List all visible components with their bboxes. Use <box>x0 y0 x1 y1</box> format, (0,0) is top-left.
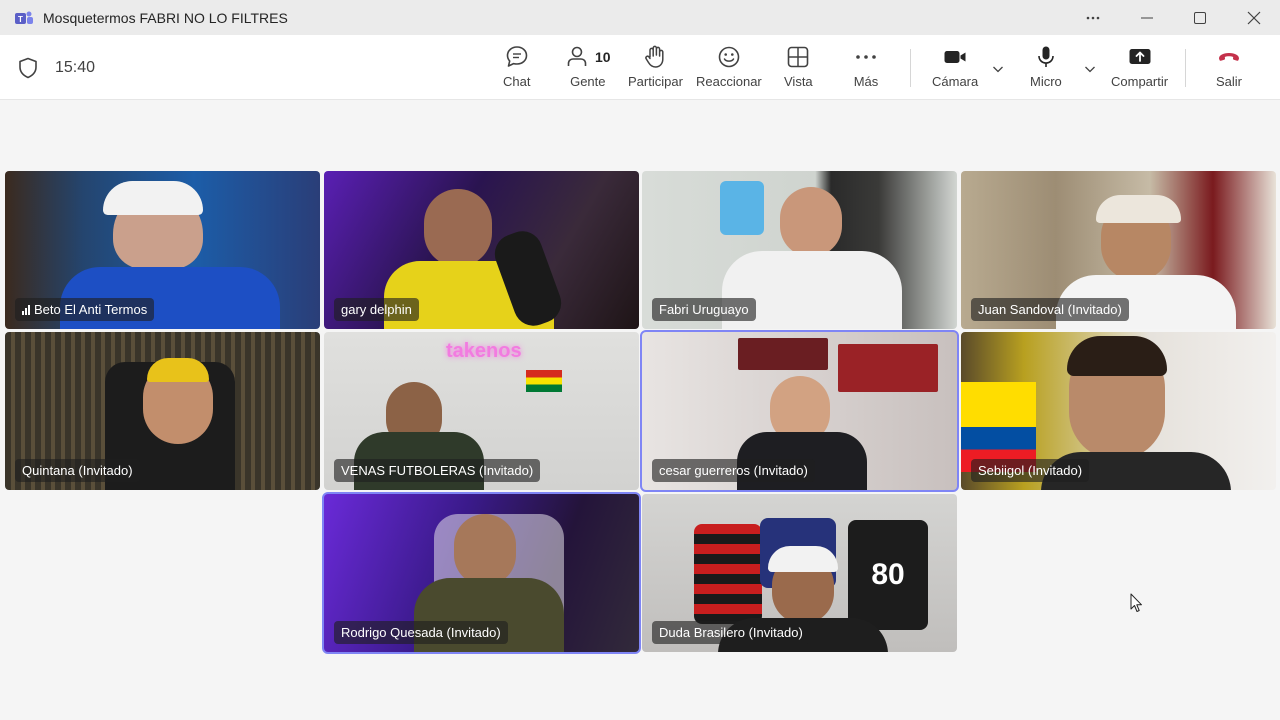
raise-hand-icon <box>645 45 665 68</box>
react-button[interactable]: Reaccionar <box>696 43 762 95</box>
microphone-icon <box>1038 46 1054 67</box>
neon-sign: takenos <box>446 340 522 363</box>
meeting-timer: 15:40 <box>55 59 96 76</box>
mic-button[interactable]: Micro <box>1030 43 1062 95</box>
leave-button[interactable]: Salir <box>1216 43 1242 95</box>
participant-name: VENAS FUTBOLERAS (Invitado) <box>341 463 534 478</box>
people-label: Gente <box>570 74 606 89</box>
teams-app-icon: T <box>15 11 33 24</box>
participant-tile[interactable]: Fabri Uruguayo <box>642 171 957 329</box>
maximize-icon <box>1194 11 1206 24</box>
participant-tile[interactable]: 80 Duda Brasilero (Invitado) <box>642 494 957 652</box>
camera-label: Cámara <box>932 74 979 89</box>
participant-name-tag: Quintana (Invitado) <box>15 459 140 482</box>
share-label: Compartir <box>1111 74 1169 89</box>
svg-text:T: T <box>18 15 23 24</box>
participant-name: Fabri Uruguayo <box>659 302 749 317</box>
jersey-number: 80 <box>871 558 905 591</box>
participant-tile[interactable]: gary delphin <box>324 171 639 329</box>
raise-hand-button[interactable]: Participar <box>628 43 683 95</box>
chat-icon <box>506 46 528 67</box>
grid-view-icon <box>788 46 809 68</box>
camera-options-chevron-icon[interactable] <box>990 61 1006 77</box>
leave-label: Salir <box>1216 74 1243 89</box>
shield-icon[interactable] <box>18 57 38 79</box>
participant-tile[interactable]: Juan Sandoval (Invitado) <box>961 171 1276 329</box>
camera-icon <box>944 51 966 63</box>
toolbar-divider <box>910 49 911 87</box>
camera-button[interactable]: Cámara <box>932 43 978 95</box>
react-label: Reaccionar <box>696 74 762 89</box>
people-icon <box>567 46 587 66</box>
framed-poster-shape <box>838 344 938 392</box>
chat-label: Chat <box>503 74 531 89</box>
participant-name-tag: Juan Sandoval (Invitado) <box>971 298 1129 321</box>
mic-label: Micro <box>1030 74 1062 89</box>
share-button[interactable]: Compartir <box>1111 43 1168 95</box>
window-title: Mosquetermos FABRI NO LO FILTRES <box>43 10 288 26</box>
participant-name-tag: Fabri Uruguayo <box>652 298 756 321</box>
more-label: Más <box>853 74 879 89</box>
participant-name: cesar guerreros (Invitado) <box>659 463 808 478</box>
participant-tile[interactable]: takenos VENAS FUTBOLERAS (Invitado) <box>324 332 639 490</box>
participant-name: Sebiigol (Invitado) <box>978 463 1083 478</box>
participant-name-tag: Rodrigo Quesada (Invitado) <box>334 621 508 644</box>
participant-avatar <box>454 514 516 586</box>
view-label: Vista <box>784 74 813 89</box>
view-button[interactable]: Vista <box>784 43 813 95</box>
participant-name-tag: Sebiigol (Invitado) <box>971 459 1090 482</box>
cap-shape <box>103 181 203 215</box>
participant-name: Juan Sandoval (Invitado) <box>978 302 1122 317</box>
participant-name: Rodrigo Quesada (Invitado) <box>341 625 501 640</box>
toolbar-divider <box>1185 49 1186 87</box>
participant-name: Beto El Anti Termos <box>34 302 148 317</box>
cap-shape <box>147 358 209 382</box>
minimize-button[interactable] <box>1121 0 1173 35</box>
participant-name-tag: Duda Brasilero (Invitado) <box>652 621 810 644</box>
signal-strength-icon <box>22 304 30 315</box>
neon-sign-text: takenos <box>446 340 522 362</box>
maximize-button[interactable] <box>1174 0 1226 35</box>
title-bar: T Mosquetermos FABRI NO LO FILTRES <box>0 0 1280 35</box>
participant-name: Duda Brasilero (Invitado) <box>659 625 803 640</box>
jersey-shape: 80 <box>848 520 928 630</box>
meeting-toolbar: 15:40 Chat 10 Gente Participar Reacciona… <box>0 35 1280 100</box>
hair-shape <box>1067 336 1167 376</box>
chat-button[interactable]: Chat <box>503 43 530 95</box>
smiley-icon <box>718 46 740 68</box>
people-count: 10 <box>595 49 611 65</box>
participant-name-tag: gary delphin <box>334 298 419 321</box>
participant-name-tag: Beto El Anti Termos <box>15 298 155 321</box>
mic-options-chevron-icon[interactable] <box>1082 61 1098 77</box>
participant-avatar <box>424 189 492 267</box>
hanging-jersey-shape <box>720 181 764 235</box>
participant-tile-speaking[interactable]: cesar guerreros (Invitado) <box>640 330 959 492</box>
participant-tile[interactable]: Beto El Anti Termos <box>5 171 320 329</box>
close-icon <box>1247 11 1261 24</box>
raise-hand-label: Participar <box>628 74 683 89</box>
participant-name: Quintana (Invitado) <box>22 463 133 478</box>
people-button[interactable]: 10 Gente <box>565 43 611 95</box>
more-horizontal-icon <box>1086 16 1100 19</box>
more-button[interactable]: Más <box>853 43 879 95</box>
framed-jersey-shape <box>738 338 828 370</box>
jersey-shape <box>694 524 762 624</box>
mouse-pointer-icon <box>1130 593 1142 612</box>
participant-tile-speaking[interactable]: Rodrigo Quesada (Invitado) <box>322 492 641 654</box>
window-more-button[interactable] <box>1067 0 1119 35</box>
cap-shape <box>768 546 838 572</box>
cap-shape <box>1096 195 1181 223</box>
close-button[interactable] <box>1228 0 1280 35</box>
participant-tile[interactable]: Sebiigol (Invitado) <box>961 332 1276 490</box>
more-horizontal-icon <box>856 55 876 59</box>
minimize-icon <box>1141 17 1153 18</box>
participant-avatar <box>780 187 842 257</box>
participant-name-tag: cesar guerreros (Invitado) <box>652 459 815 482</box>
participant-name-tag: VENAS FUTBOLERAS (Invitado) <box>334 459 541 482</box>
bolivia-flag <box>526 370 562 392</box>
participant-tile[interactable]: Quintana (Invitado) <box>5 332 320 490</box>
share-screen-icon <box>1129 49 1151 64</box>
hang-up-icon <box>1219 53 1239 61</box>
participant-name: gary delphin <box>341 302 412 317</box>
